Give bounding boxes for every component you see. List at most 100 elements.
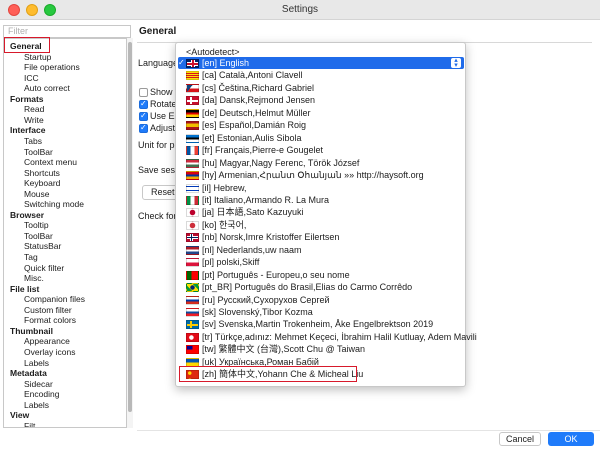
cancel-button[interactable]: Cancel (499, 432, 541, 446)
sidebar-item-toolbar[interactable]: ToolBar (24, 147, 53, 158)
language-option-en[interactable]: ✓ [en] English ▴ ▾ (178, 57, 464, 69)
language-option-sv[interactable]: [sv] Svenska,Martin Trokenheim, Åke Enge… (178, 318, 464, 330)
language-option-nb[interactable]: [nb] Norsk,Imre Kristoffer Eilertsen (178, 231, 464, 243)
language-label: Language (138, 58, 179, 68)
sidebar-section-file-list[interactable]: File list (10, 284, 39, 295)
language-option-fr[interactable]: [fr] Français,Pierre-e Gougelet (178, 144, 464, 156)
rotate-checkbox[interactable] (139, 99, 148, 109)
language-option-label: [ja] 日本語,Sato Kazuyuki (202, 207, 304, 218)
language-option-da[interactable]: [da] Dansk,Rejmond Jensen (178, 94, 464, 106)
sidebar-scrollbar[interactable] (127, 38, 133, 428)
sidebar-item-misc[interactable]: Misc. (24, 273, 44, 284)
language-option-pt[interactable]: [pt] Português - Europeu,o seu nome (178, 269, 464, 281)
ok-button[interactable]: OK (548, 432, 594, 446)
language-option-hu[interactable]: [hu] Magyar,Nagy Ferenc, Török József (178, 157, 464, 169)
flag-gb-icon (186, 59, 199, 68)
flag-es-icon (186, 121, 199, 131)
language-option-label: [ru] Русский,Сухорухов Сергей (202, 294, 330, 305)
sidebar-item-write[interactable]: Write (24, 115, 44, 126)
save-session-label: Save ses (138, 165, 176, 175)
language-option-pl[interactable]: [pl] polski,Skiff (178, 256, 464, 268)
sidebar-item-context-menu[interactable]: Context menu (24, 157, 77, 168)
language-option-nl[interactable]: [nl] Nederlands,uw naam (178, 244, 464, 256)
sidebar-item-encoding[interactable]: Encoding (24, 389, 59, 400)
sidebar-item-tabs[interactable]: Tabs (24, 136, 42, 147)
sidebar-item-tag[interactable]: Tag (24, 252, 38, 263)
language-option-tr[interactable]: [tr] Türkçe,adınız: Mehmet Keçeci, İbrah… (178, 331, 477, 343)
adjust-checkbox[interactable] (139, 123, 148, 133)
sidebar-item-tooltip[interactable]: Tooltip (24, 220, 49, 231)
language-option-label: [fr] Français,Pierre-e Gougelet (202, 145, 324, 156)
language-option-label: [pl] polski,Skiff (202, 257, 260, 268)
language-option-label: [nl] Nederlands,uw naam (202, 244, 302, 255)
language-option-hy[interactable]: [hy] Armenian,Հրանտ Օհանյան »» http://ha… (178, 169, 464, 181)
sidebar-item-quick-filter[interactable]: Quick filter (24, 263, 64, 274)
language-option-label: [it] Italiano,Armando R. La Mura (202, 194, 330, 205)
language-option-ja[interactable]: [ja] 日本語,Sato Kazuyuki (178, 206, 464, 218)
language-option-et[interactable]: [et] Estonian,Aulis Sibola (178, 132, 464, 144)
sidebar-item-statusbar[interactable]: StatusBar (24, 241, 61, 252)
sidebar-section-thumbnail[interactable]: Thumbnail (10, 326, 53, 337)
language-option-pt-br[interactable]: [pt_BR] Português do Brasil,Elias do Car… (178, 281, 464, 293)
language-option-ko[interactable]: [ko] 한국어, (178, 219, 464, 231)
language-option-tw[interactable]: [tw] 繁體中文 (台灣),Scott Chu @ Taiwan (178, 343, 464, 355)
sidebar-item-auto-correct[interactable]: Auto correct (24, 83, 70, 94)
flag-nl-icon (186, 245, 199, 255)
sidebar-item-labels[interactable]: Labels (24, 400, 49, 411)
sidebar-item-mouse[interactable]: Mouse (24, 189, 50, 200)
show-checkbox[interactable] (139, 88, 148, 97)
sidebar-item-icc[interactable]: ICC (24, 73, 39, 84)
flag-tw-icon (186, 345, 199, 355)
language-option-label: [nb] Norsk,Imre Kristoffer Eilertsen (202, 232, 340, 243)
sidebar-item-appearance[interactable]: Appearance (24, 336, 70, 347)
language-dropdown[interactable]: <Autodetect> ✓ [en] English ▴ ▾ [ca] Català,… (175, 42, 477, 387)
sidebar-section-view[interactable]: View (10, 410, 29, 421)
sidebar-item-switching-mode[interactable]: Switching mode (24, 199, 84, 210)
sidebar-item-keyboard[interactable]: Keyboard (24, 178, 60, 189)
language-option-label: [sk] Slovenský,Tibor Kozma (202, 307, 313, 317)
window-title: Settings (281, 4, 319, 15)
sidebar-item-overlay-icons[interactable]: Overlay icons (24, 347, 76, 358)
language-option-it[interactable]: [it] Italiano,Armando R. La Mura (178, 194, 464, 206)
sidebar-scrollbar-thumb[interactable] (128, 42, 132, 412)
language-option-il[interactable]: [il] Hebrew, (178, 182, 464, 194)
sidebar-item-companion-files[interactable]: Companion files (24, 294, 85, 305)
flag-ca-icon (186, 71, 199, 81)
language-option-es[interactable]: [es] Español,Damián Roig (178, 119, 464, 131)
sidebar-item-format-colors[interactable]: Format colors (24, 315, 76, 326)
sidebar-item-read[interactable]: Read (24, 104, 44, 115)
language-option-ru[interactable]: [ru] Русский,Сухорухов Сергей (178, 294, 464, 306)
sidebar-item-toolbar[interactable]: ToolBar (24, 231, 53, 242)
rotate-label: Rotate (150, 99, 177, 109)
language-option-label: [en] English (202, 58, 250, 68)
sidebar-item-filt[interactable]: Filt... (24, 421, 42, 427)
sidebar-item-shortcuts[interactable]: Shortcuts (24, 168, 60, 179)
flag-br-icon (186, 283, 199, 293)
show-label: Show (150, 87, 173, 97)
language-option-cs[interactable]: [cs] Čeština,Richard Gabriel (178, 82, 464, 94)
language-option-label: [es] Español,Damián Roig (202, 120, 307, 131)
sidebar-section-formats[interactable]: Formats (10, 94, 44, 105)
language-option-ca[interactable]: [ca] Català,Antoni Clavell (178, 69, 464, 81)
language-option-label: [tw] 繁體中文 (台灣),Scott Chu @ Taiwan (202, 344, 366, 355)
checkmark-icon: ✓ (178, 58, 185, 67)
sidebar-section-metadata[interactable]: Metadata (10, 368, 47, 379)
sidebar-section-browser[interactable]: Browser (10, 210, 44, 221)
sidebar-item-labels[interactable]: Labels (24, 358, 49, 369)
language-option-label: [da] Dansk,Rejmond Jensen (202, 95, 316, 106)
sidebar-section-interface[interactable]: Interface (10, 125, 45, 136)
flag-de-icon (186, 108, 199, 118)
flag-pl-icon (186, 258, 199, 268)
language-option-sk[interactable]: [sk] Slovenský,Tibor Kozma (178, 306, 464, 318)
sidebar-item-file-operations[interactable]: File operations (24, 62, 80, 73)
flag-no-icon (186, 233, 199, 243)
check-updates-label: Check for (138, 211, 177, 221)
footer-divider (137, 430, 600, 431)
use-exif-checkbox[interactable] (139, 111, 148, 121)
sidebar-item-custom-filter[interactable]: Custom filter (24, 305, 72, 316)
settings-sidebar: General Startup File operations ICC Auto cor… (3, 38, 127, 428)
autodetect-option[interactable]: <Autodetect> (186, 47, 240, 57)
sidebar-item-sidecar[interactable]: Sidecar (24, 379, 53, 390)
language-option-de[interactable]: [de] Deutsch,Helmut Müller (178, 107, 464, 119)
sidebar-item-startup[interactable]: Startup (24, 52, 51, 63)
